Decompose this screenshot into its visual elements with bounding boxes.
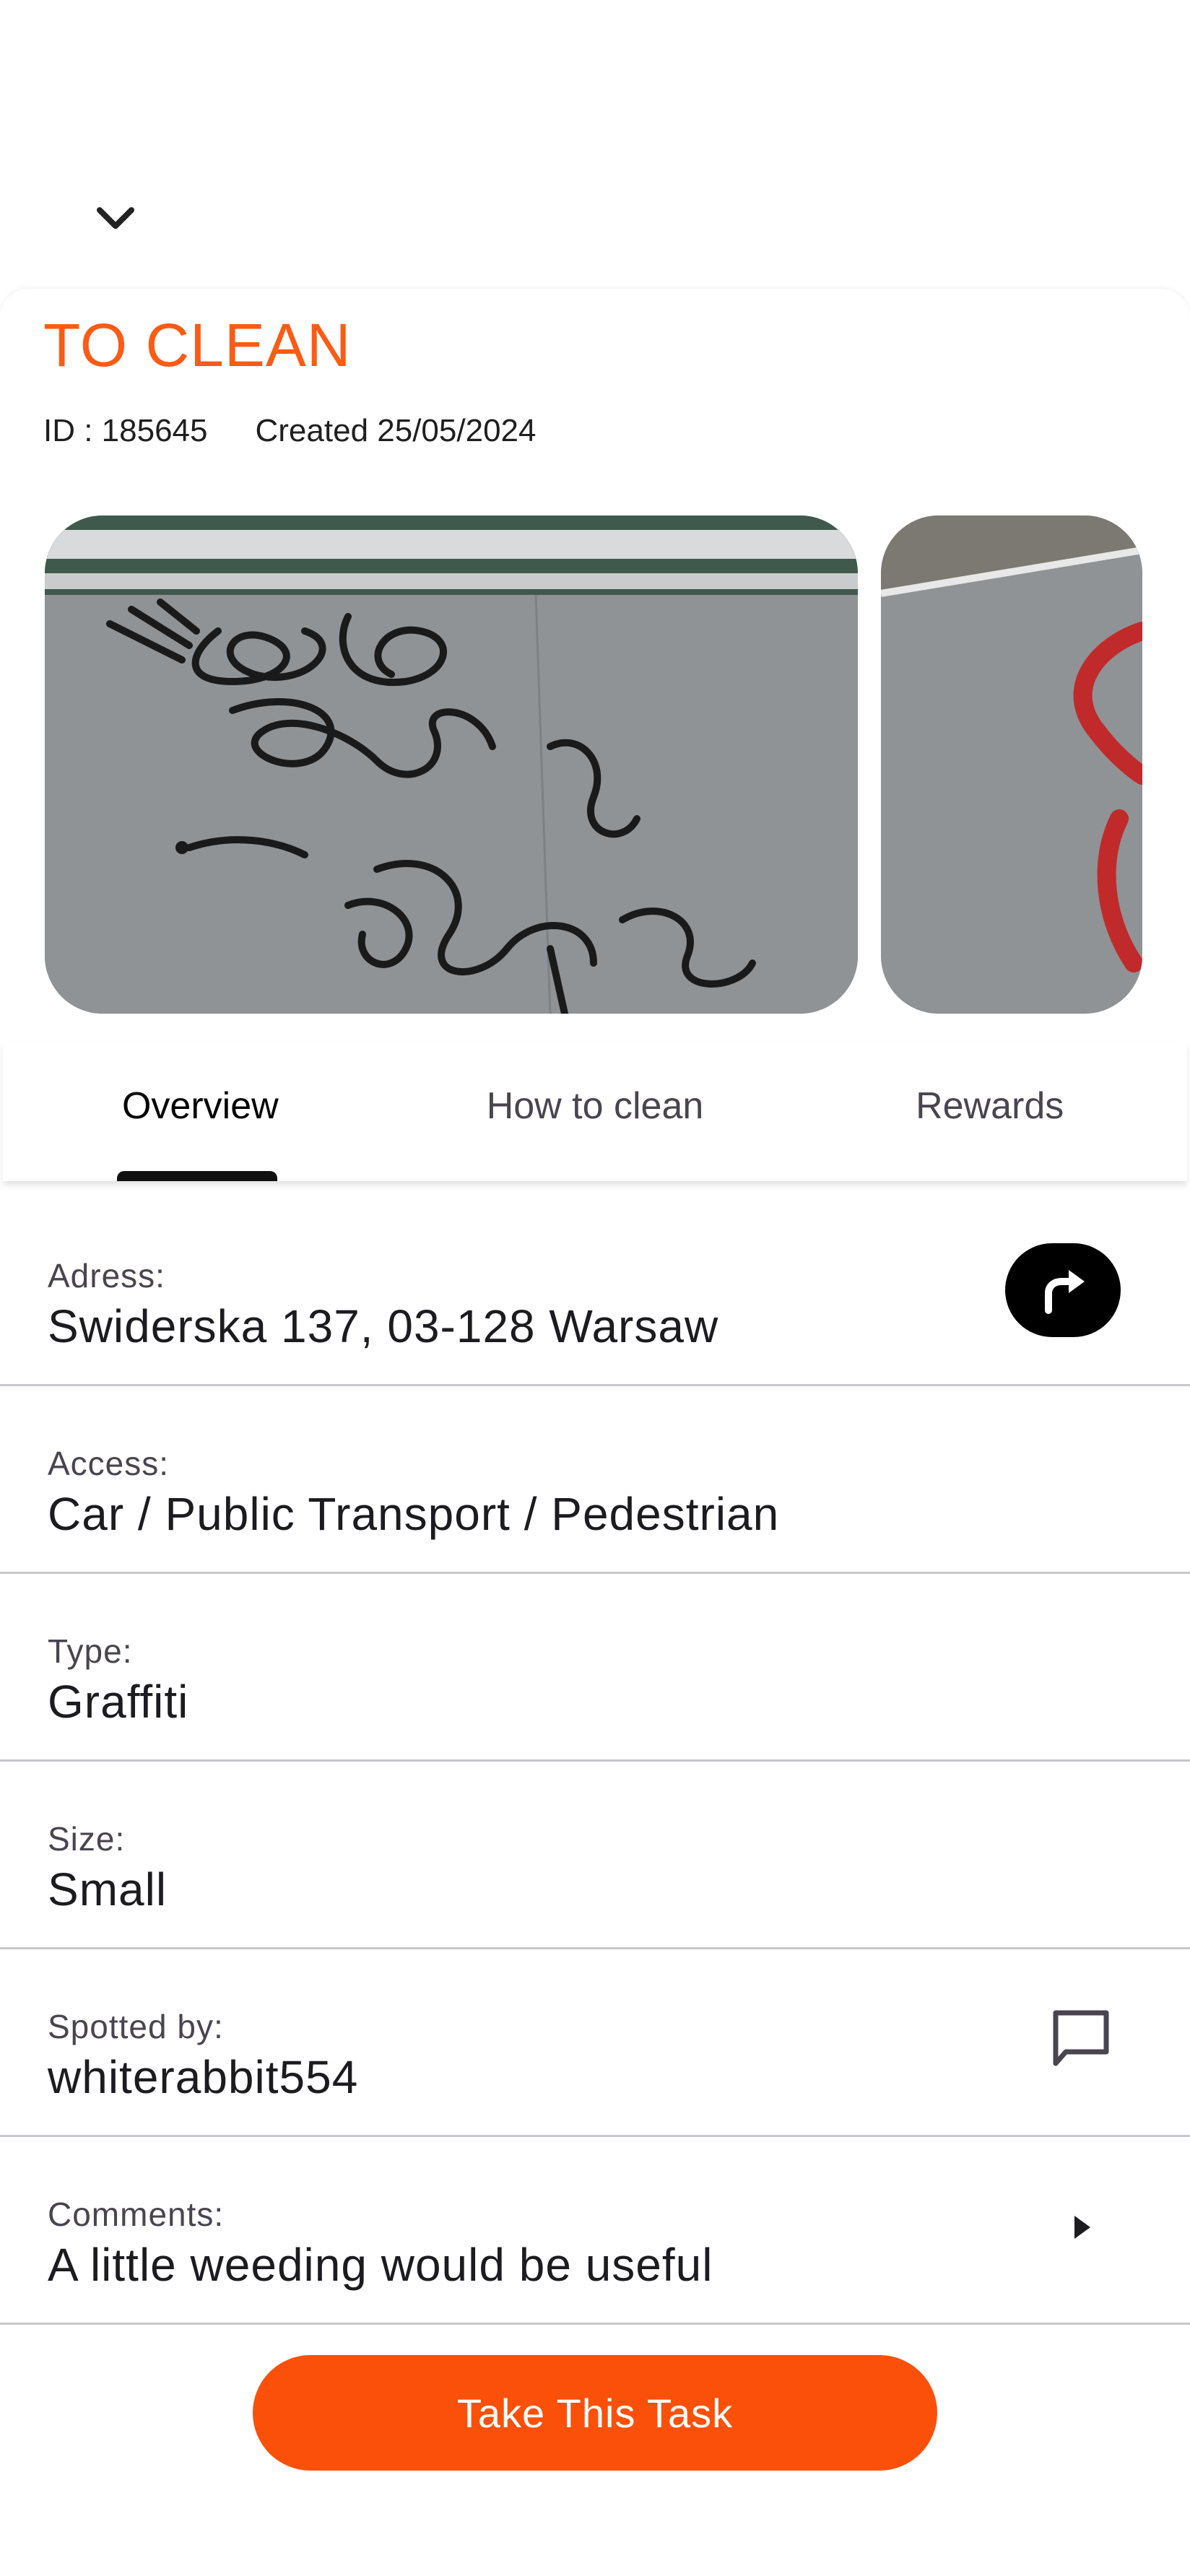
expand-comments-button[interactable] (1053, 2198, 1111, 2256)
comments-value: A little weeding would be useful (48, 2239, 713, 2291)
address-row: Adress: Swiderska 137, 03-128 Warsaw (0, 1198, 1190, 1386)
task-meta: ID : 185645 Created 25/05/2024 (43, 413, 536, 449)
graffiti-photo[interactable] (45, 515, 858, 1014)
comments-row[interactable]: Comments: A little weeding would be usef… (0, 2137, 1190, 2325)
tab-overview-label: Overview (121, 1085, 279, 1127)
tab-rewards[interactable]: Rewards (792, 1043, 1187, 1181)
access-value: Car / Public Transport / Pedestrian (48, 1488, 780, 1540)
task-tabs: Overview How to clean Rewards (3, 1043, 1187, 1181)
graffiti-image-2 (881, 515, 1142, 1014)
task-id: ID : 185645 (43, 413, 208, 448)
tab-rewards-label: Rewards (916, 1085, 1064, 1127)
access-row: Access: Car / Public Transport / Pedestr… (0, 1386, 1190, 1574)
size-label: Size: (48, 1820, 126, 1858)
address-label: Adress: (48, 1257, 165, 1294)
active-tab-indicator (117, 1171, 277, 1181)
chat-button[interactable] (1041, 2000, 1121, 2079)
tab-overview[interactable]: Overview (3, 1043, 398, 1181)
task-created-date: Created 25/05/2024 (255, 413, 537, 448)
size-row: Size: Small (0, 1762, 1190, 1949)
comments-label: Comments: (48, 2196, 225, 2233)
tab-how-to-clean[interactable]: How to clean (398, 1043, 793, 1181)
size-value: Small (48, 1863, 168, 1915)
collapse-button[interactable] (87, 193, 144, 244)
tab-how-to-clean-label: How to clean (486, 1085, 704, 1127)
task-detail-screen: TO CLEAN ID : 185645 Created 25/05/2024 (0, 0, 1190, 2576)
graffiti-image (45, 515, 858, 1014)
take-task-button[interactable]: Take This Task (253, 2355, 937, 2471)
chat-icon (1053, 2010, 1109, 2066)
task-status-title: TO CLEAN (43, 311, 352, 379)
type-value: Graffiti (48, 1676, 189, 1728)
spotted-by-label: Spotted by: (48, 2008, 224, 2045)
type-row: Type: Graffiti (0, 1574, 1190, 1762)
directions-icon (1045, 1270, 1085, 1314)
spotted-by-value: whiterabbit554 (48, 2051, 359, 2103)
spotted-by-row: Spotted by: whiterabbit554 (0, 1949, 1190, 2137)
access-label: Access: (48, 1445, 170, 1482)
graffiti-photo[interactable] (881, 515, 1142, 1014)
address-value: Swiderska 137, 03-128 Warsaw (48, 1300, 719, 1352)
arrow-right-icon (1074, 2216, 1090, 2239)
type-label: Type: (48, 1632, 133, 1670)
photo-gallery[interactable] (45, 515, 1190, 1014)
directions-button[interactable] (1005, 1243, 1121, 1337)
chevron-down-icon (97, 207, 134, 229)
